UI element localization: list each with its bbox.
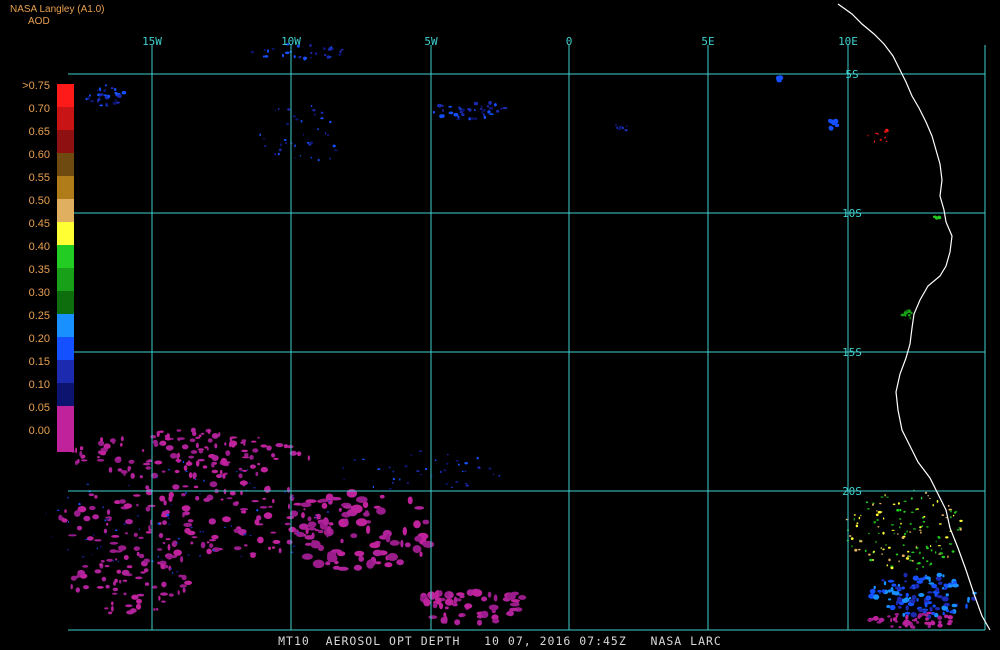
legend-label: 0.50	[28, 195, 50, 207]
legend-swatch	[57, 268, 74, 291]
legend-swatch	[57, 245, 74, 268]
legend-swatch	[57, 130, 74, 153]
lon-label: 15W	[142, 35, 162, 48]
legend-label: 0.70	[28, 103, 50, 115]
legend-swatch	[57, 107, 74, 130]
legend-label: 0.25	[28, 310, 50, 322]
lat-label: 15S	[842, 346, 862, 359]
legend-label: 0.35	[28, 264, 50, 276]
legend-swatch	[57, 406, 74, 429]
legend-label: 0.30	[28, 287, 50, 299]
aod-map: 15W 10W 5W 0 5E 10E 5S 10S 15S 20S	[45, 3, 991, 631]
legend-swatch	[57, 199, 74, 222]
legend-label: 0.45	[28, 218, 50, 230]
legend-label: >0.75	[22, 80, 50, 92]
legend-swatch	[57, 429, 74, 452]
lon-label: 5E	[701, 35, 714, 48]
lat-label: 20S	[842, 485, 862, 498]
legend-swatch	[57, 153, 74, 176]
product-label: AOD	[28, 16, 50, 27]
legend-swatch	[57, 314, 74, 337]
legend-label: 0.10	[28, 379, 50, 391]
lon-label: 0	[566, 35, 573, 48]
legend-label: 0.00	[28, 425, 50, 437]
legend-swatch	[57, 337, 74, 360]
legend-swatch	[57, 222, 74, 245]
legend-label: 0.05	[28, 402, 50, 414]
legend-label: 0.20	[28, 333, 50, 345]
legend-label: 0.55	[28, 172, 50, 184]
legend-swatch	[57, 383, 74, 406]
legend-swatch	[57, 84, 74, 107]
lon-label: 10W	[281, 35, 301, 48]
lat-label: 5S	[845, 68, 858, 81]
source-label: NASA Langley (A1.0)	[10, 4, 105, 15]
footer-caption: MT10 AEROSOL OPT DEPTH 10 07, 2016 07:45…	[278, 634, 722, 648]
legend-label: 0.60	[28, 149, 50, 161]
legend-swatch	[57, 176, 74, 199]
legend-swatch	[57, 360, 74, 383]
legend-label: 0.65	[28, 126, 50, 138]
lon-label: 10E	[838, 35, 858, 48]
lon-label: 5W	[424, 35, 438, 48]
legend-label: 0.40	[28, 241, 50, 253]
lat-label: 10S	[842, 207, 862, 220]
legend-swatch	[57, 291, 74, 314]
aerosol-plumes	[45, 43, 977, 629]
legend-label: 0.15	[28, 356, 50, 368]
coastline	[837, 3, 991, 631]
